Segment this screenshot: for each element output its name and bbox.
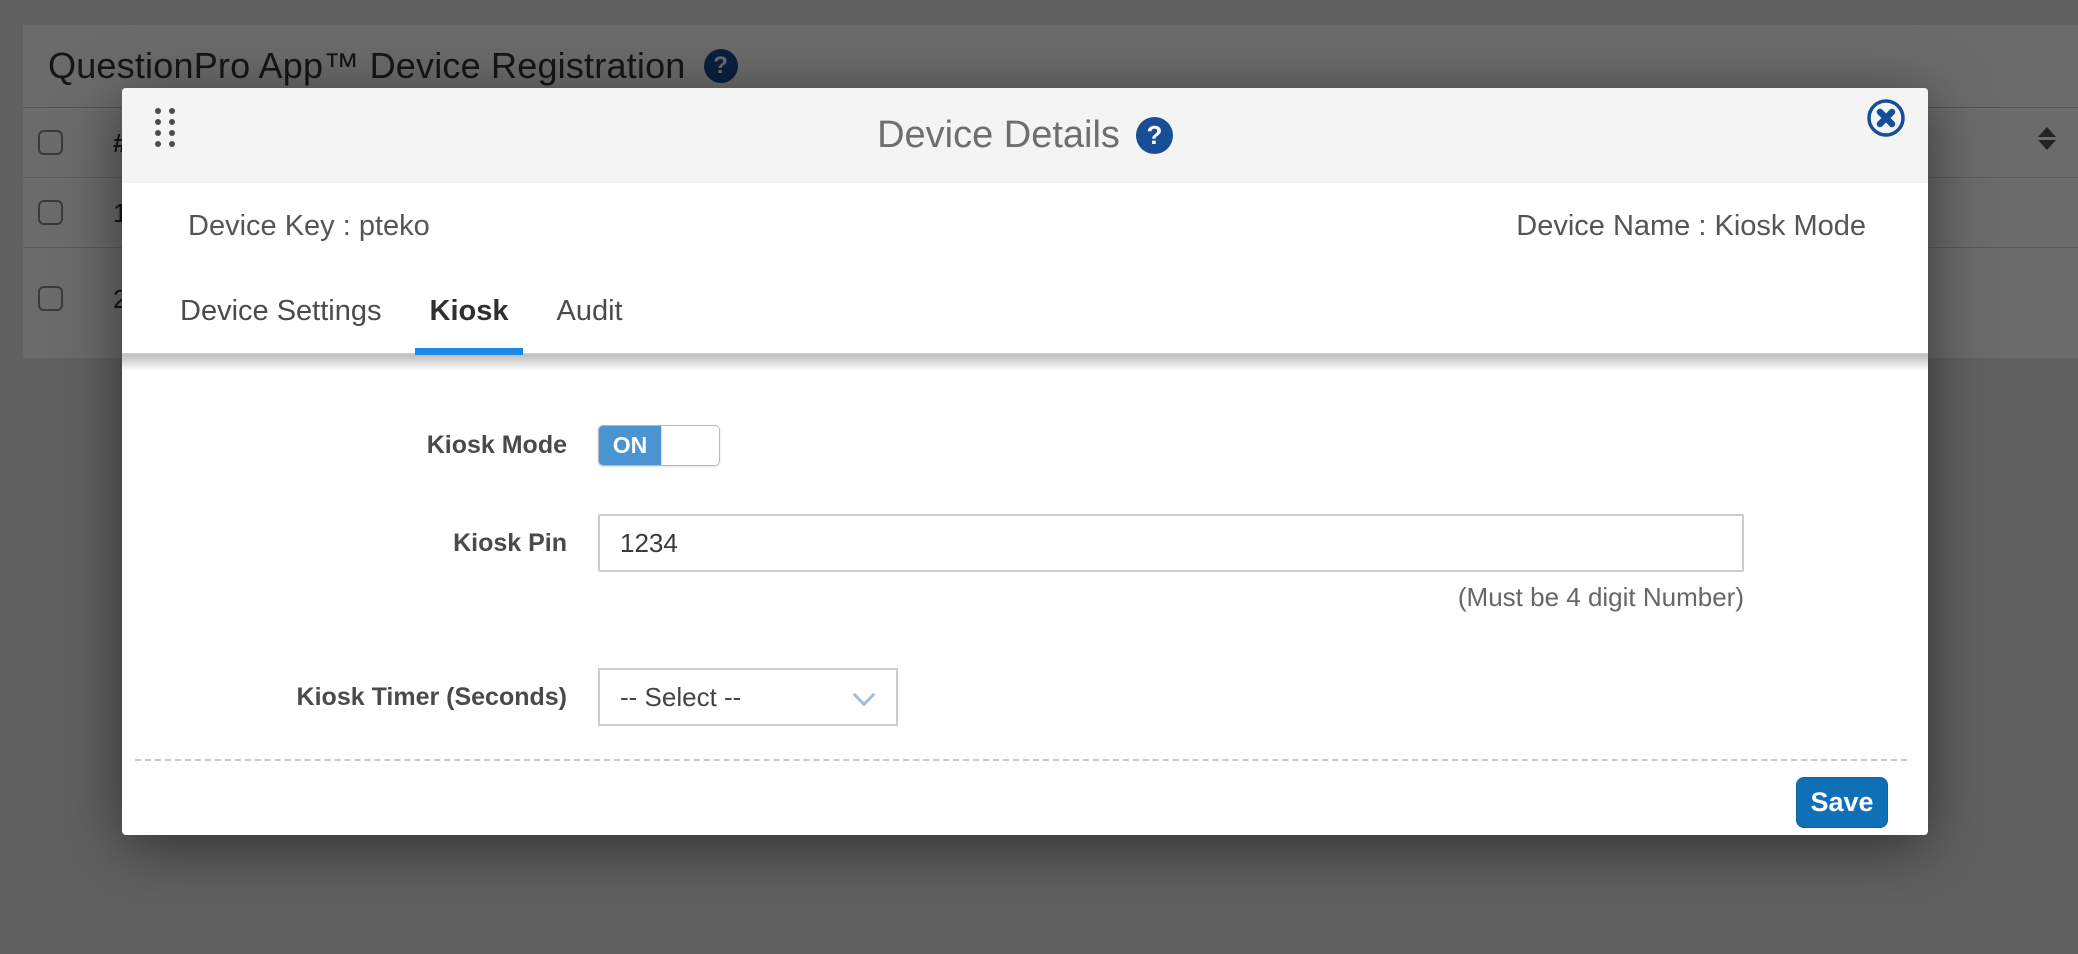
tabs: Device Settings Kiosk Audit bbox=[122, 270, 1928, 355]
form-divider bbox=[135, 759, 1907, 761]
tab-device-settings[interactable]: Device Settings bbox=[165, 270, 397, 353]
chevron-down-icon bbox=[853, 684, 876, 707]
kiosk-pin-label: Kiosk Pin bbox=[122, 529, 567, 558]
save-button[interactable]: Save bbox=[1796, 777, 1888, 828]
close-button[interactable] bbox=[1862, 94, 1910, 142]
kiosk-timer-select[interactable]: -- Select -- bbox=[598, 668, 898, 726]
kiosk-mode-toggle[interactable]: ON bbox=[598, 425, 720, 466]
modal-title: Device Details bbox=[877, 114, 1120, 157]
device-name-label: Device Name : Kiosk Mode bbox=[1516, 210, 1866, 243]
modal-header: Device Details ? bbox=[122, 88, 1928, 183]
modal-footer: Save bbox=[122, 777, 1928, 828]
device-details-modal: Device Details ? Device Key : pteko Devi… bbox=[122, 88, 1928, 835]
kiosk-mode-row: Kiosk Mode ON bbox=[122, 425, 1928, 466]
close-icon bbox=[1864, 96, 1908, 140]
tab-kiosk[interactable]: Kiosk bbox=[415, 270, 524, 353]
toggle-on-label: ON bbox=[599, 426, 661, 465]
kiosk-pin-hint-row: (Must be 4 digit Number) bbox=[122, 582, 1928, 613]
kiosk-timer-row: Kiosk Timer (Seconds) -- Select -- bbox=[122, 668, 1928, 726]
kiosk-pin-hint: (Must be 4 digit Number) bbox=[598, 582, 1744, 613]
select-value: -- Select -- bbox=[620, 682, 741, 713]
device-key-label: Device Key : pteko bbox=[188, 210, 430, 243]
tab-audit[interactable]: Audit bbox=[541, 270, 637, 353]
screen: QuestionPro App™ Device Registration ? #… bbox=[0, 0, 2078, 954]
kiosk-mode-label: Kiosk Mode bbox=[122, 431, 567, 460]
tab-shadow bbox=[122, 355, 1928, 371]
kiosk-pin-input[interactable] bbox=[598, 514, 1744, 572]
kiosk-timer-label: Kiosk Timer (Seconds) bbox=[122, 683, 567, 712]
device-info-bar: Device Key : pteko Device Name : Kiosk M… bbox=[122, 183, 1928, 270]
modal-help-icon[interactable]: ? bbox=[1136, 117, 1173, 154]
toggle-knob bbox=[661, 426, 719, 465]
drag-handle-icon[interactable] bbox=[155, 108, 175, 147]
kiosk-pin-row: Kiosk Pin bbox=[122, 514, 1928, 572]
